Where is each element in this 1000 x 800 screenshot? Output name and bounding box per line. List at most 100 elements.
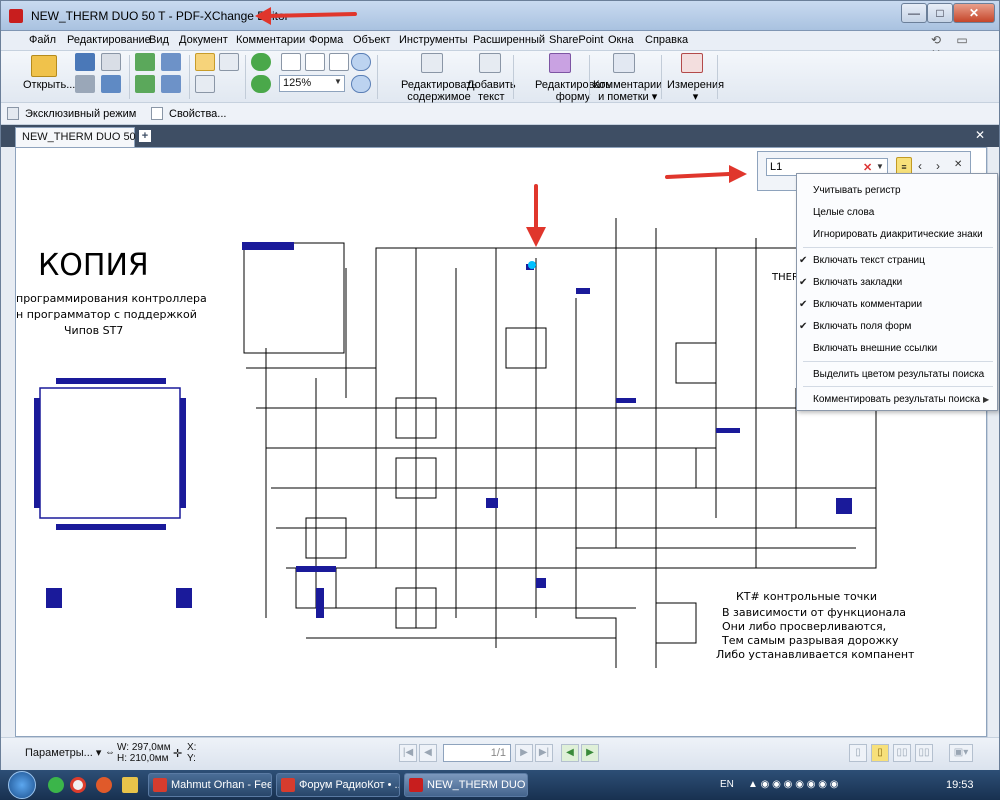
view-options-icon[interactable]: ▣▾: [949, 744, 973, 762]
language-indicator[interactable]: EN: [720, 779, 734, 790]
menu-tools[interactable]: Инструменты: [399, 34, 468, 46]
crosshair-icon: ✛: [173, 748, 183, 760]
email-icon[interactable]: [101, 75, 121, 93]
start-button[interactable]: [8, 771, 36, 799]
tray-icons[interactable]: ▲ ◉ ◉ ◉ ◉ ◉ ◉ ◉: [748, 779, 838, 790]
option-highlight-results[interactable]: Выделить цветом результаты поиска: [813, 369, 984, 380]
schematic-text-line: программирования контроллера: [16, 292, 207, 305]
facing-continuous-icon[interactable]: ▯▯: [915, 744, 933, 762]
menu-advanced[interactable]: Расширенный: [473, 34, 545, 46]
scan-icon[interactable]: [101, 53, 121, 71]
rotate-left-icon[interactable]: [251, 53, 271, 71]
check-icon: ✔: [799, 321, 808, 332]
menu-object[interactable]: Объект: [353, 34, 390, 46]
next-page-button[interactable]: ▶: [515, 744, 533, 762]
menu-document[interactable]: Документ: [179, 34, 228, 46]
fit-page-icon[interactable]: [305, 53, 325, 71]
facing-pages-icon[interactable]: ▯▯: [893, 744, 911, 762]
check-icon: ✔: [799, 255, 808, 266]
new-tab-button[interactable]: +: [139, 130, 151, 142]
close-tab-icon[interactable]: ✕: [975, 128, 985, 142]
add-text-label[interactable]: Добавить текст: [467, 79, 516, 103]
forward-icon[interactable]: [135, 75, 155, 93]
annotation-arrow-icon: [526, 184, 546, 247]
schematic-note: В зависимости от функционала: [722, 606, 907, 619]
save-icon[interactable]: [75, 53, 95, 71]
previous-result-button[interactable]: ‹: [918, 159, 922, 173]
first-page-button[interactable]: |◀: [399, 744, 417, 762]
comments-icon[interactable]: [613, 53, 635, 73]
close-button[interactable]: ✕: [953, 3, 995, 23]
explorer-icon[interactable]: [122, 777, 138, 793]
comments-label[interactable]: Комментарии и пометки ▾: [593, 79, 662, 103]
open-folder-icon[interactable]: [31, 55, 57, 77]
schematic-text-line: н программатор с поддержкой: [16, 308, 197, 321]
edit-content-icon[interactable]: [421, 53, 443, 73]
taskbar-item[interactable]: Форум РадиоКот • ...: [276, 773, 400, 797]
schematic-text-line: Чипов ST7: [64, 324, 124, 337]
option-comments[interactable]: Включать комментарии: [813, 299, 922, 310]
add-text-icon[interactable]: [479, 53, 501, 73]
tab-document[interactable]: NEW_THERM DUO 50 T: [15, 127, 145, 147]
measure-icon[interactable]: [681, 53, 703, 73]
page-number-input[interactable]: 1/1: [443, 744, 511, 762]
menu-windows[interactable]: Окна: [608, 34, 634, 46]
open-button-label[interactable]: Открыть...: [23, 79, 75, 91]
menu-file[interactable]: Файл: [29, 34, 56, 46]
zoom-in-icon[interactable]: [351, 75, 371, 93]
option-ignore-diacritics[interactable]: Игнорировать диакритические знаки: [813, 229, 983, 240]
zoom-out-icon[interactable]: [351, 53, 371, 71]
exclusive-mode-button[interactable]: Эксклюзивный режим: [25, 108, 136, 120]
edit-form-icon[interactable]: [549, 53, 571, 73]
previous-page-button[interactable]: ◀: [419, 744, 437, 762]
measure-label[interactable]: Измерения ▾: [667, 79, 724, 103]
utorrent-icon[interactable]: [48, 777, 64, 793]
print-icon[interactable]: [75, 75, 95, 93]
firefox-icon[interactable]: [96, 777, 112, 793]
last-page-button[interactable]: ▶|: [535, 744, 553, 762]
option-whole-words[interactable]: Целые слова: [813, 207, 874, 218]
option-comment-results[interactable]: Комментировать результаты поиска: [813, 394, 980, 405]
rotate-right-icon[interactable]: [251, 75, 271, 93]
edit-content-label[interactable]: Редактировать содержимое: [401, 79, 477, 103]
menu-form[interactable]: Форма: [309, 34, 343, 46]
option-match-case[interactable]: Учитывать регистр: [813, 185, 901, 196]
maximize-button[interactable]: □: [927, 3, 953, 23]
snapshot-icon[interactable]: [195, 75, 215, 93]
menu-sharepoint[interactable]: SharePoint: [549, 34, 603, 46]
hand-tool-icon[interactable]: [195, 53, 215, 71]
single-page-icon[interactable]: ▯: [849, 744, 867, 762]
taskbar-item-active[interactable]: NEW_THERM DUO 5...: [404, 773, 528, 797]
undo-icon[interactable]: [161, 53, 181, 71]
next-result-button[interactable]: ›: [936, 159, 940, 173]
option-external-links[interactable]: Включать внешние ссылки: [813, 343, 937, 354]
menu-comments[interactable]: Комментарии: [236, 34, 305, 46]
title-bar[interactable]: NEW_THERM DUO 50 T - PDF-XChange Editor …: [1, 1, 999, 31]
menu-help[interactable]: Справка: [645, 34, 688, 46]
continuous-page-icon[interactable]: ▯: [871, 744, 889, 762]
forward-view-icon[interactable]: ▶: [581, 744, 599, 762]
properties-button[interactable]: Свойства...: [169, 108, 226, 120]
annotation-arrow-icon: [255, 7, 357, 25]
fit-width-icon[interactable]: [329, 53, 349, 71]
menu-bar: Файл Редактирование Вид Документ Коммент…: [1, 31, 999, 61]
menu-edit[interactable]: Редактирование: [67, 34, 151, 46]
back-icon[interactable]: [135, 53, 155, 71]
parameters-button[interactable]: Параметры... ▾: [25, 746, 101, 759]
menu-view[interactable]: Вид: [149, 34, 169, 46]
app-window: NEW_THERM DUO 50 T - PDF-XChange Editor …: [0, 0, 1000, 770]
actual-size-icon[interactable]: [281, 53, 301, 71]
option-bookmarks[interactable]: Включать закладки: [813, 277, 902, 288]
redo-icon[interactable]: [161, 75, 181, 93]
close-search-button[interactable]: ✕: [954, 159, 962, 170]
chevron-down-icon[interactable]: ▼: [876, 162, 884, 171]
option-page-text[interactable]: Включать текст страниц: [813, 255, 925, 266]
select-text-icon[interactable]: [219, 53, 239, 71]
chevron-down-icon[interactable]: ▼: [334, 77, 342, 86]
back-view-icon[interactable]: ◀: [561, 744, 579, 762]
clock[interactable]: 19:53: [946, 779, 974, 791]
chrome-icon[interactable]: [70, 777, 86, 793]
minimize-button[interactable]: —: [901, 3, 927, 23]
taskbar-item[interactable]: Mahmut Orhan - Fee...: [148, 773, 272, 797]
option-form-fields[interactable]: Включать поля форм: [813, 321, 911, 332]
